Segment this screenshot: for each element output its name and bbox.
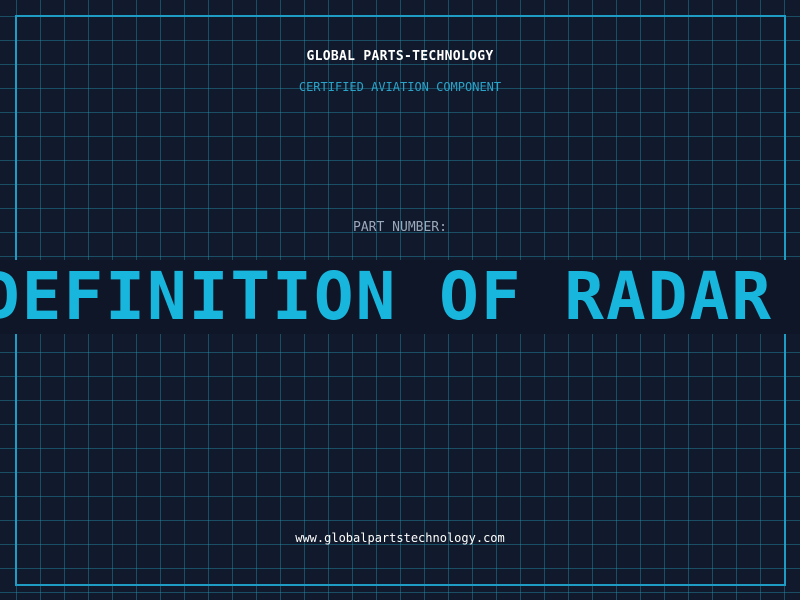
part-number-value: DEFINITION OF RADAR xyxy=(0,260,773,334)
website-url: www.globalpartstechnology.com xyxy=(295,531,505,545)
part-number-label: PART NUMBER: xyxy=(353,220,447,235)
company-name: GLOBAL PARTS-TECHNOLOGY xyxy=(306,49,494,64)
part-number-band: DEFINITION OF RADAR xyxy=(0,260,800,334)
certification-subtitle: CERTIFIED AVIATION COMPONENT xyxy=(298,80,502,94)
